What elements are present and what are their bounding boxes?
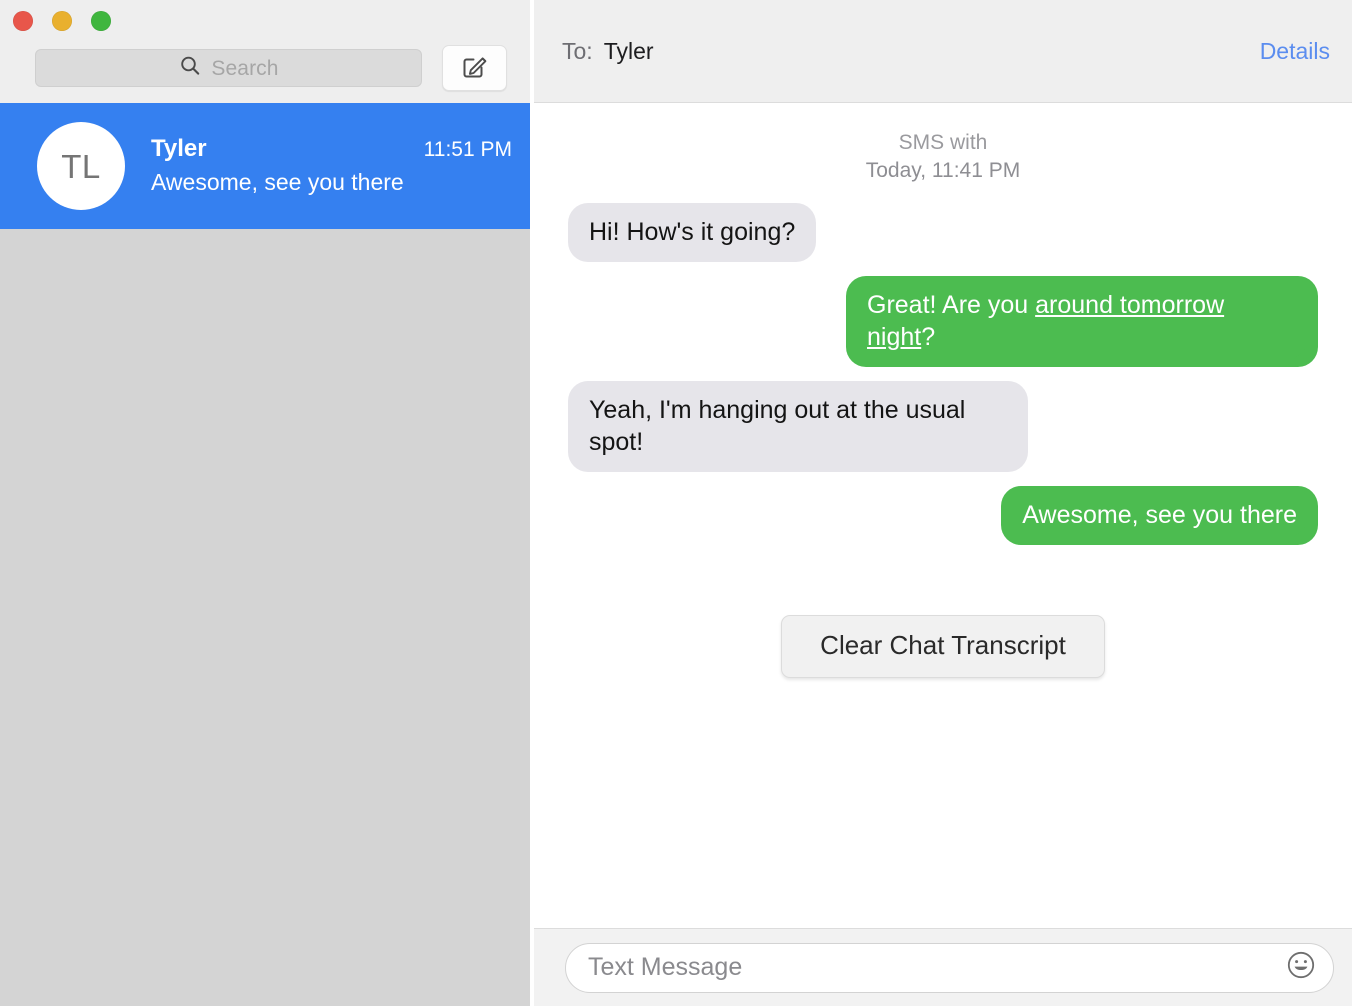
message-row: Awesome, see you there <box>560 486 1326 546</box>
maximize-window-button[interactable] <box>91 11 111 31</box>
conversation-preview: Awesome, see you there <box>151 169 404 196</box>
message-transcript: SMS with Today, 11:41 PM Hi! How's it go… <box>534 103 1352 928</box>
transcript-header: SMS with Today, 11:41 PM <box>560 129 1326 185</box>
message-bubble-outgoing[interactable]: Great! Are you around tomorrow night? <box>846 276 1318 368</box>
clear-transcript-container: Clear Chat Transcript <box>560 615 1326 678</box>
conversation-list: TL Tyler 11:51 PM Awesome, see you there <box>0 103 534 1006</box>
transcript-date-label: Today, 11:41 PM <box>865 159 1021 183</box>
message-bubble-incoming[interactable]: Hi! How's it going? <box>568 203 817 263</box>
transcript-service-label: SMS with <box>898 131 988 154</box>
sidebar-toolbar: Search <box>0 0 534 103</box>
window-controls <box>13 11 111 31</box>
avatar: TL <box>37 122 125 210</box>
conversation-pane: To: Tyler Details SMS with Today, 11:41 … <box>534 0 1352 1006</box>
search-placeholder: Search <box>211 56 279 80</box>
messages-window: Search TL Tyler 11:51 PM Awesome, see yo… <box>0 0 1352 1006</box>
conversation-timestamp: 11:51 PM <box>423 138 512 162</box>
close-window-button[interactable] <box>13 11 33 31</box>
conversation-header: To: Tyler Details <box>534 0 1352 103</box>
message-text-segment: ? <box>921 323 936 352</box>
details-button[interactable]: Details <box>1260 39 1330 63</box>
recipient-field[interactable]: Tyler <box>604 39 654 63</box>
message-row: Yeah, I'm hanging out at the usual spot! <box>560 381 1326 473</box>
to-label: To: <box>562 37 593 64</box>
message-input[interactable]: Text Message <box>565 942 1334 993</box>
avatar-initials: TL <box>61 147 101 185</box>
clear-chat-transcript-button[interactable]: Clear Chat Transcript <box>781 615 1105 678</box>
message-bubble-incoming[interactable]: Yeah, I'm hanging out at the usual spot! <box>568 381 1028 473</box>
smiley-face-icon[interactable] <box>1285 949 1317 986</box>
sidebar: Search TL Tyler 11:51 PM Awesome, see yo… <box>0 0 534 1006</box>
compose-icon <box>461 52 489 85</box>
message-row: Hi! How's it going? <box>560 203 1326 263</box>
conversation-text: Tyler 11:51 PM Awesome, see you there <box>151 135 512 196</box>
conversation-list-item-tyler[interactable]: TL Tyler 11:51 PM Awesome, see you there <box>0 103 534 229</box>
compose-message-button[interactable] <box>442 45 507 91</box>
message-input-placeholder: Text Message <box>588 953 743 981</box>
minimize-window-button[interactable] <box>52 11 72 31</box>
message-row: Great! Are you around tomorrow night? <box>560 276 1326 368</box>
search-icon <box>178 54 202 83</box>
conversation-name: Tyler <box>151 135 207 163</box>
message-text-segment: Great! Are you <box>867 291 1036 320</box>
conversation-top-row: Tyler 11:51 PM <box>151 135 512 163</box>
search-input[interactable]: Search <box>35 49 422 87</box>
compose-bar: Text Message <box>534 928 1352 1006</box>
message-bubble-outgoing[interactable]: Awesome, see you there <box>1001 486 1318 546</box>
